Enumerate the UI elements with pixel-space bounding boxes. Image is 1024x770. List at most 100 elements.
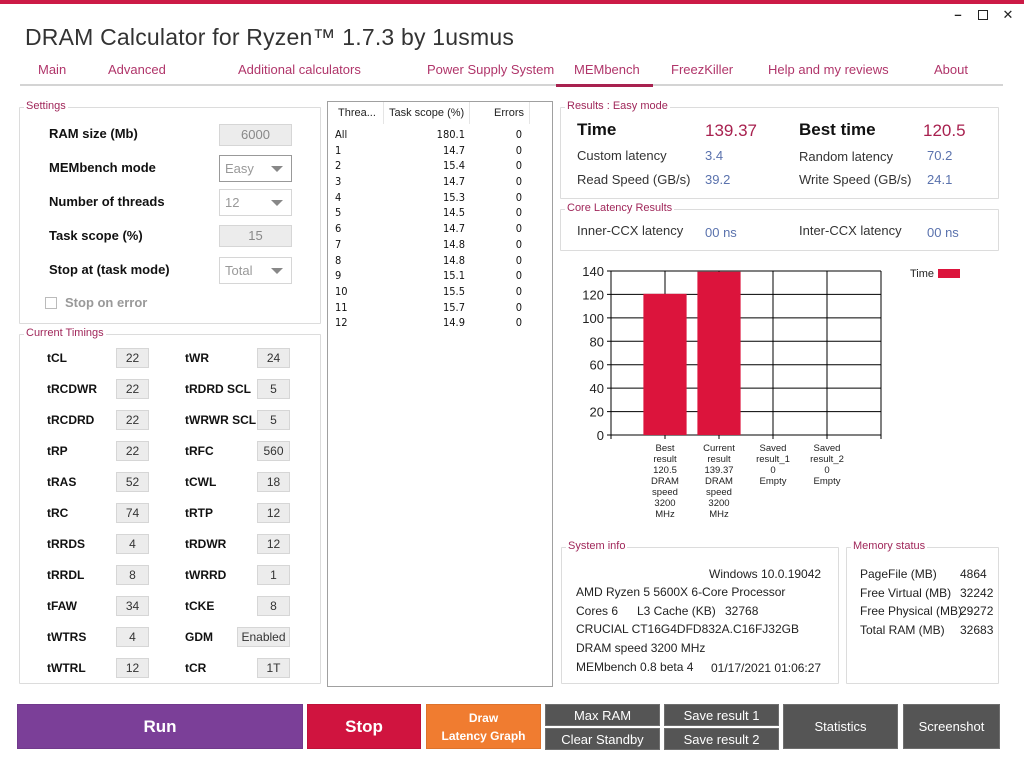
memory-status-label: Free Physical (MB): [860, 604, 963, 618]
task-scope-cell: 14.5: [442, 206, 465, 220]
table-row[interactable]: 8 14.8 0: [328, 253, 552, 269]
column-header-task-scope[interactable]: Task scope (%): [384, 102, 470, 124]
table-row[interactable]: 10 15.5 0: [328, 284, 552, 300]
write-speed-value: 24.1: [927, 172, 953, 187]
y-tick-label: 140: [582, 264, 604, 279]
y-tick-label: 80: [590, 334, 604, 349]
statistics-button[interactable]: Statistics: [783, 704, 898, 749]
timing-label: tCWL: [185, 475, 217, 489]
stop-button[interactable]: Stop: [307, 704, 421, 749]
custom-latency-label: Custom latency: [577, 148, 667, 163]
memory-status-legend: Memory status: [851, 540, 928, 552]
table-row[interactable]: 12 14.9 0: [328, 315, 552, 331]
tab-freezkiller[interactable]: FreezKiller: [671, 62, 733, 77]
chart-svg: 020406080100120140Bestresult120.5DRAMspe…: [582, 264, 960, 520]
table-row[interactable]: 3 14.7 0: [328, 174, 552, 190]
timing-value: 22: [116, 410, 149, 430]
table-row[interactable]: 11 15.7 0: [328, 300, 552, 316]
ram-size-field[interactable]: 6000: [219, 124, 292, 146]
timing-value: 5: [257, 379, 290, 399]
timing-value: 22: [116, 348, 149, 368]
errors-cell: 0: [515, 175, 522, 189]
screenshot-button[interactable]: Screenshot: [903, 704, 1000, 749]
stop-at-select[interactable]: Total: [219, 257, 292, 284]
threads-select[interactable]: 12: [219, 189, 292, 216]
cpu-cores: Cores 6: [576, 604, 619, 618]
table-row[interactable]: 5 14.5 0: [328, 205, 552, 221]
timing-label: tWR: [185, 351, 209, 365]
membench-mode-select[interactable]: Easy: [219, 155, 292, 182]
timing-label: tCR: [185, 661, 207, 675]
clear-standby-button[interactable]: Clear Standby: [545, 728, 660, 750]
thread-cell: 5: [335, 206, 342, 220]
timing-label: tRCDRD: [47, 413, 95, 427]
timing-value: 18: [257, 472, 290, 492]
stop-on-error-checkbox[interactable]: Stop on error: [45, 295, 147, 310]
x-category-label: MHz: [709, 509, 729, 520]
random-latency-label: Random latency: [799, 149, 893, 164]
x-category-label: 0: [824, 465, 829, 476]
legend-swatch: [938, 269, 960, 278]
read-speed-value: 39.2: [705, 172, 731, 187]
tab-additional-calculators[interactable]: Additional calculators: [238, 62, 361, 77]
close-icon[interactable]: ✕: [1002, 8, 1014, 22]
table-row[interactable]: All 180.1 0: [328, 127, 552, 143]
tab-help-and-reviews[interactable]: Help and my reviews: [768, 62, 889, 77]
table-row[interactable]: 7 14.8 0: [328, 237, 552, 253]
system-info-group: System info Windows 10.0.19042 AMD Ryzen…: [561, 540, 839, 684]
table-row[interactable]: 1 14.7 0: [328, 143, 552, 159]
x-category-label: Saved: [814, 443, 841, 454]
timing-label: tWTRL: [47, 661, 86, 675]
thread-results-table[interactable]: Threa... Task scope (%) Errors All 180.1 0…: [327, 101, 553, 687]
column-header-thread[interactable]: Threa...: [328, 102, 384, 124]
system-info-legend: System info: [566, 540, 628, 552]
inner-ccx-label: Inner-CCX latency: [577, 223, 684, 238]
tab-about[interactable]: About: [934, 62, 968, 77]
draw-latency-graph-button[interactable]: Draw Latency Graph: [426, 704, 541, 749]
membench-version: MEMbench 0.8 beta 4: [576, 660, 694, 674]
table-row[interactable]: 9 15.1 0: [328, 268, 552, 284]
timing-label: tWRRD: [185, 568, 227, 582]
save-result-1-button[interactable]: Save result 1: [664, 704, 779, 726]
tab-membench[interactable]: MEMbench: [574, 62, 640, 77]
settings-group: Settings RAM size (Mb) 6000 MEMbench mod…: [19, 100, 321, 324]
inter-ccx-value: 00 ns: [927, 225, 959, 240]
tab-main[interactable]: Main: [38, 62, 66, 77]
minimize-icon[interactable]: –: [952, 8, 964, 22]
timing-value: 8: [257, 596, 290, 616]
timings-legend: Current Timings: [24, 327, 106, 339]
task-scope-cell: 14.9: [442, 316, 465, 330]
y-tick-label: 40: [590, 381, 604, 396]
thread-cell: 6: [335, 222, 342, 236]
timing-label: tRRDS: [47, 537, 85, 551]
tab-advanced[interactable]: Advanced: [108, 62, 166, 77]
table-row[interactable]: 4 15.3 0: [328, 190, 552, 206]
current-timings-group: Current Timings tCL 22 tRCDWR 22 tRCDRD 22 tRP…: [19, 327, 321, 684]
tab-power-supply-system[interactable]: Power Supply System: [427, 62, 554, 77]
task-scope-cell: 15.4: [442, 159, 465, 173]
thread-cell: 7: [335, 237, 342, 251]
table-row[interactable]: 2 15.4 0: [328, 158, 552, 174]
checkbox-icon[interactable]: [45, 296, 57, 309]
chevron-down-icon: [271, 166, 283, 172]
max-ram-button[interactable]: Max RAM: [545, 704, 660, 726]
task-scope-cell: 15.5: [442, 284, 465, 298]
save-result-2-button[interactable]: Save result 2: [664, 728, 779, 750]
task-scope-cell: 15.3: [442, 190, 465, 204]
threads-label: Number of threads: [49, 194, 165, 209]
errors-cell: 0: [515, 237, 522, 251]
stop-at-label: Stop at (task mode): [49, 262, 170, 277]
stop-on-error-label: Stop on error: [65, 295, 148, 310]
timing-value: 4: [116, 627, 149, 647]
run-button[interactable]: Run: [17, 704, 303, 749]
task-scope-cell: 14.7: [442, 222, 465, 236]
timing-value: 1T: [257, 658, 290, 678]
errors-cell: 0: [515, 269, 522, 283]
table-row[interactable]: 6 14.7 0: [328, 221, 552, 237]
column-header-errors[interactable]: Errors: [470, 102, 530, 124]
timing-value: 8: [116, 565, 149, 585]
timing-label: tRTP: [185, 506, 213, 520]
task-scope-field[interactable]: 15: [219, 225, 292, 247]
timing-value: 4: [116, 534, 149, 554]
maximize-icon[interactable]: [978, 10, 988, 20]
